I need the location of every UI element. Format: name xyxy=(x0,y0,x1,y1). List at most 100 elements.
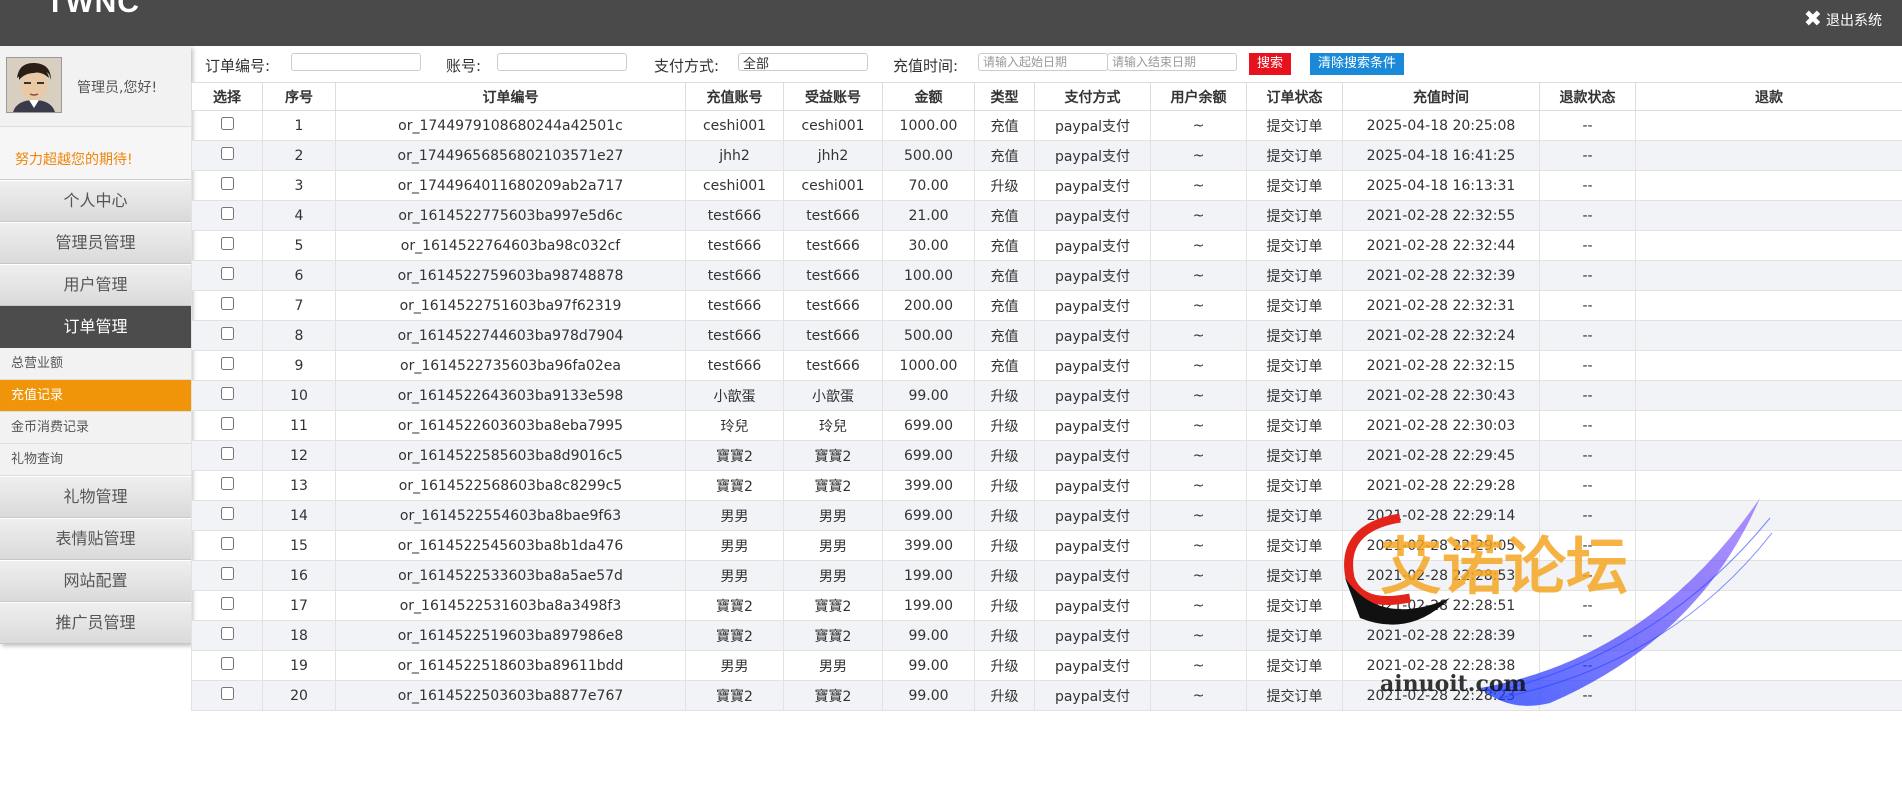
nav-sticker-management[interactable]: 表情贴管理 xyxy=(0,518,191,560)
row-checkbox[interactable] xyxy=(220,687,234,700)
table-row[interactable]: 15 or_1614522545603ba8b1da476 男男 男男 399.00 升级… xyxy=(191,530,1902,561)
end-date-input[interactable] xyxy=(1107,53,1237,71)
table-row[interactable]: 13 or_1614522568603ba8c8299c5 寶寶2 寶寶2 399.00… xyxy=(191,470,1902,501)
amount-cell: 500.00 xyxy=(882,140,975,171)
pay-method-select[interactable] xyxy=(738,53,868,71)
refund-cell xyxy=(1635,350,1902,381)
row-checkbox[interactable] xyxy=(220,117,234,130)
table-row[interactable]: 18 or_1614522519603ba897986e8 寶寶2 寶寶2 99.00 升… xyxy=(191,620,1902,651)
row-checkbox[interactable] xyxy=(220,207,234,220)
row-index-cell: 3 xyxy=(262,170,336,201)
nav-user-management[interactable]: 用户管理 xyxy=(0,264,191,306)
select-cell xyxy=(191,500,263,531)
user-balance-cell: ~ xyxy=(1150,320,1247,351)
order-type-cell: 充值 xyxy=(974,350,1035,381)
refund-cell xyxy=(1635,230,1902,261)
subnav-total-revenue[interactable]: 总营业额 xyxy=(0,348,191,380)
sidebar: 管理员,您好! 努力超越您的期待! 个人中心 管理员管理 用户管理 订单管理 总… xyxy=(0,46,191,644)
row-checkbox[interactable] xyxy=(220,327,234,340)
account-input[interactable] xyxy=(497,53,627,71)
refund-cell xyxy=(1635,530,1902,561)
table-row[interactable]: 14 or_1614522554603ba8bae9f63 男男 男男 699.00 升级… xyxy=(191,500,1902,531)
table-row[interactable]: 4 or_1614522775603ba997e5d6c test666 test66… xyxy=(191,200,1902,231)
user-balance-cell: ~ xyxy=(1150,500,1247,531)
row-checkbox[interactable] xyxy=(220,537,234,550)
table-row[interactable]: 2 or_17449656856802103571e27 jhh2 jhh2 500.0… xyxy=(191,140,1902,171)
row-checkbox[interactable] xyxy=(220,267,234,280)
row-checkbox[interactable] xyxy=(220,357,234,370)
order-number-cell: or_1614522554603ba8bae9f63 xyxy=(335,500,686,531)
column-header: 退款 xyxy=(1635,82,1902,111)
nav-admin-management[interactable]: 管理员管理 xyxy=(0,222,191,264)
nav-promoter-management[interactable]: 推广员管理 xyxy=(0,602,191,644)
order-no-input[interactable] xyxy=(291,53,421,71)
refund-cell xyxy=(1635,140,1902,171)
row-checkbox[interactable] xyxy=(220,147,234,160)
table-row[interactable]: 10 or_1614522643603ba9133e598 小歆蛋 小歆蛋 99.00 升… xyxy=(191,380,1902,411)
row-checkbox[interactable] xyxy=(220,627,234,640)
order-status-cell: 提交订单 xyxy=(1246,500,1343,531)
order-type-cell: 充值 xyxy=(974,320,1035,351)
avatar xyxy=(6,57,62,113)
recharge-time-cell: 2021-02-28 22:30:03 xyxy=(1342,410,1540,441)
table-row[interactable]: 6 or_1614522759603ba98748878 test666 test66… xyxy=(191,260,1902,291)
row-checkbox[interactable] xyxy=(220,417,234,430)
subnav-recharge-records[interactable]: 充值记录 xyxy=(0,380,191,412)
nav-gift-management[interactable]: 礼物管理 xyxy=(0,476,191,518)
refund-cell xyxy=(1635,590,1902,621)
search-button[interactable]: 搜索 xyxy=(1249,53,1292,75)
beneficiary-account-cell: 男男 xyxy=(783,530,883,561)
table-row[interactable]: 17 or_1614522531603ba8a3498f3 寶寶2 寶寶2 199.00… xyxy=(191,590,1902,621)
table-row[interactable]: 19 or_1614522518603ba89611bdd 男男 男男 99.00 升级 p… xyxy=(191,650,1902,681)
nav-site-config[interactable]: 网站配置 xyxy=(0,560,191,602)
table-row[interactable]: 3 or_1744964011680209ab2a717 ceshi001 ceshi… xyxy=(191,170,1902,201)
table-row[interactable]: 5 or_1614522764603ba98c032cf test666 test66… xyxy=(191,230,1902,261)
start-date-input[interactable] xyxy=(978,53,1108,71)
motto-text: 努力超越您的期待! xyxy=(15,152,133,168)
select-cell xyxy=(191,470,263,501)
table-row[interactable]: 9 or_1614522735603ba96fa02ea test666 test66… xyxy=(191,350,1902,381)
subnav-coin-consumption[interactable]: 金币消费记录 xyxy=(0,412,191,444)
order-type-cell: 升级 xyxy=(974,650,1035,681)
payment-method-cell: paypal支付 xyxy=(1034,350,1151,381)
table-row[interactable]: 20 or_1614522503603ba8877e767 寶寶2 寶寶2 99.00 升… xyxy=(191,680,1902,711)
order-no-label: 订单编号: xyxy=(205,57,271,75)
payment-method-cell: paypal支付 xyxy=(1034,290,1151,321)
recharge-time-cell: 2025-04-18 16:13:31 xyxy=(1342,170,1540,201)
refund-status-cell: -- xyxy=(1539,200,1636,231)
beneficiary-account-cell: 寶寶2 xyxy=(783,440,883,471)
table-row[interactable]: 8 or_1614522744603ba978d7904 test666 test66… xyxy=(191,320,1902,351)
row-checkbox[interactable] xyxy=(220,297,234,310)
refund-cell xyxy=(1635,410,1902,441)
recharge-account-cell: 男男 xyxy=(685,560,784,591)
refund-cell xyxy=(1635,320,1902,351)
table-row[interactable]: 1 or_1744979108680244a42501c ceshi001 ceshi… xyxy=(191,110,1902,141)
row-index-cell: 9 xyxy=(262,350,336,381)
row-checkbox[interactable] xyxy=(220,507,234,520)
row-checkbox[interactable] xyxy=(220,477,234,490)
row-checkbox[interactable] xyxy=(220,237,234,250)
select-cell xyxy=(191,590,263,621)
table-row[interactable]: 7 or_1614522751603ba97f62319 test666 test66… xyxy=(191,290,1902,321)
table-row[interactable]: 16 or_1614522533603ba8a5ae57d 男男 男男 199.00 升级… xyxy=(191,560,1902,591)
row-checkbox[interactable] xyxy=(220,177,234,190)
subnav-gift-query[interactable]: 礼物查询 xyxy=(0,444,191,476)
row-checkbox[interactable] xyxy=(220,657,234,670)
row-checkbox[interactable] xyxy=(220,597,234,610)
nav-order-management[interactable]: 订单管理 xyxy=(0,306,191,348)
order-status-cell: 提交订单 xyxy=(1246,200,1343,231)
recharge-time-cell: 2025-04-18 20:25:08 xyxy=(1342,110,1540,141)
table-row[interactable]: 11 or_1614522603603ba8eba7995 玲兒 玲兒 699.00 升级… xyxy=(191,410,1902,441)
row-checkbox[interactable] xyxy=(220,447,234,460)
row-index-cell: 20 xyxy=(262,680,336,711)
logout-button[interactable]: ✖ 退出系统 xyxy=(1804,9,1882,31)
nav-personal-center[interactable]: 个人中心 xyxy=(0,180,191,222)
table-row[interactable]: 12 or_1614522585603ba8d9016c5 寶寶2 寶寶2 699.00… xyxy=(191,440,1902,471)
amount-cell: 21.00 xyxy=(882,200,975,231)
order-status-cell: 提交订单 xyxy=(1246,290,1343,321)
row-index-cell: 1 xyxy=(262,110,336,141)
row-checkbox[interactable] xyxy=(220,567,234,580)
row-checkbox[interactable] xyxy=(220,387,234,400)
amount-cell: 1000.00 xyxy=(882,350,975,381)
clear-search-button[interactable]: 清除搜索条件 xyxy=(1310,53,1405,75)
